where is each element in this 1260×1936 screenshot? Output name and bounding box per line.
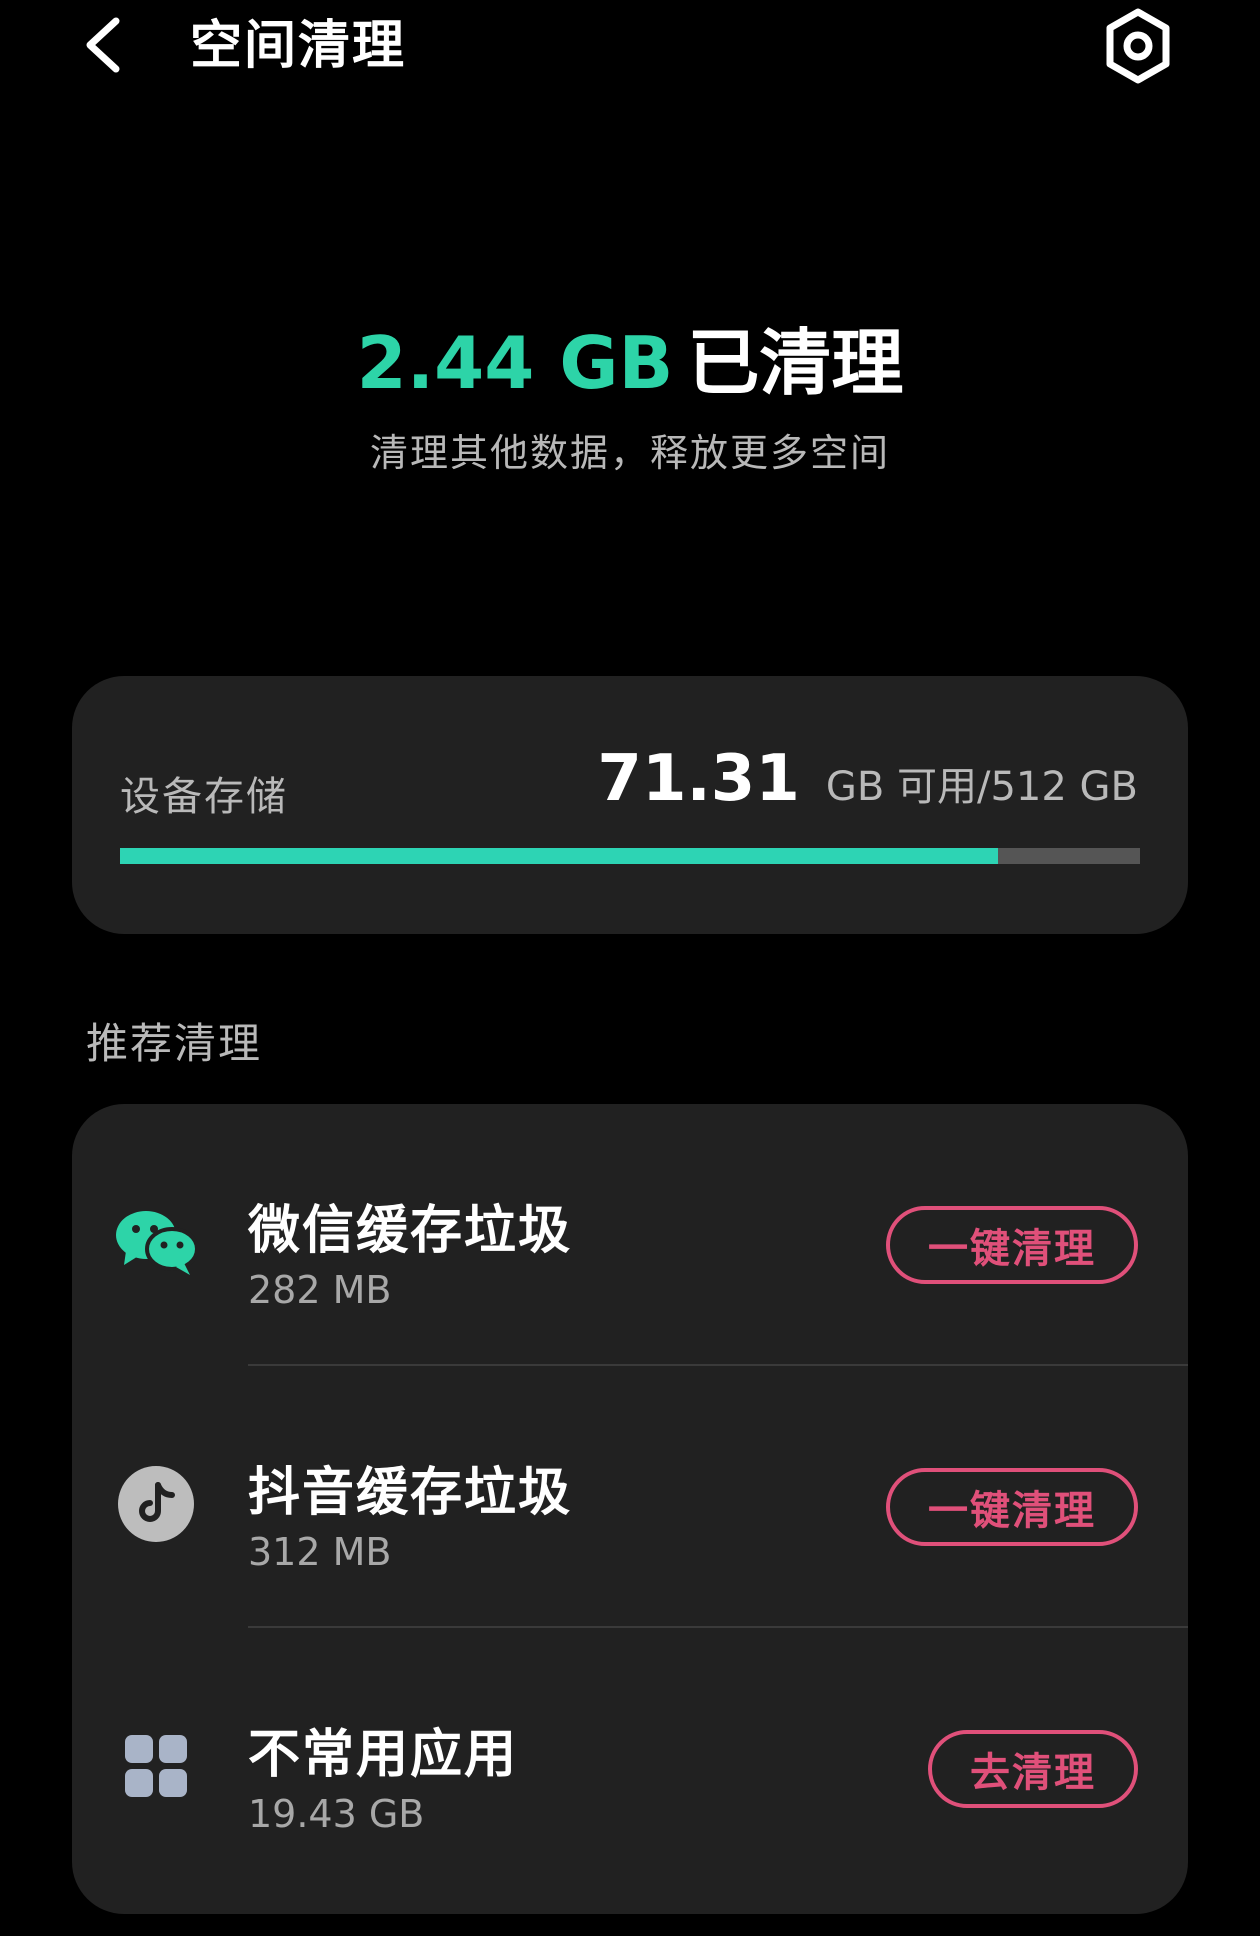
page-title: 空间清理 bbox=[190, 16, 407, 76]
tiktok-icon bbox=[114, 1462, 198, 1546]
wechat-icon bbox=[114, 1200, 198, 1284]
storage-capacity: 71.31 GB 可用/512 GB bbox=[597, 742, 1138, 816]
recommend-list: 微信缓存垃圾 282 MB 一键清理 抖音缓存垃圾 312 MB 一键清理 不常… bbox=[72, 1104, 1188, 1914]
back-button[interactable] bbox=[72, 10, 132, 80]
list-item-wechat-cache[interactable]: 微信缓存垃圾 282 MB 一键清理 bbox=[72, 1104, 1188, 1366]
cleaned-summary-line: 2.44 GB 已清理 bbox=[0, 318, 1260, 408]
storage-progress-fill bbox=[120, 848, 999, 864]
list-item-size: 19.43 GB bbox=[248, 1792, 425, 1836]
cleaned-suffix: 已清理 bbox=[687, 321, 904, 405]
recommend-section-title: 推荐清理 bbox=[86, 1019, 263, 1068]
storage-unit-text: GB 可用/512 GB bbox=[825, 764, 1138, 810]
storage-label: 设备存储 bbox=[120, 774, 288, 820]
cleanup-summary: 2.44 GB 已清理 清理其他数据，释放更多空间 bbox=[0, 318, 1260, 477]
chevron-left-icon bbox=[86, 17, 120, 73]
apps-grid-icon bbox=[114, 1724, 198, 1808]
list-item-unused-apps[interactable]: 不常用应用 19.43 GB 去清理 bbox=[72, 1628, 1188, 1890]
cleaned-amount: 2.44 GB bbox=[356, 321, 674, 405]
clean-now-button[interactable]: 一键清理 bbox=[886, 1468, 1138, 1546]
hexagon-gear-icon bbox=[1106, 8, 1170, 84]
storage-available: 71.31 bbox=[597, 742, 800, 816]
list-item-size: 282 MB bbox=[248, 1268, 392, 1312]
list-item-name: 不常用应用 bbox=[248, 1725, 519, 1785]
device-storage-card[interactable]: 设备存储 71.31 GB 可用/512 GB bbox=[72, 676, 1188, 934]
list-item-name: 抖音缓存垃圾 bbox=[248, 1463, 573, 1523]
list-item-douyin-cache[interactable]: 抖音缓存垃圾 312 MB 一键清理 bbox=[72, 1366, 1188, 1628]
list-item-name: 微信缓存垃圾 bbox=[248, 1201, 573, 1261]
storage-progress-bar bbox=[120, 848, 1140, 864]
list-item-size: 312 MB bbox=[248, 1530, 392, 1574]
settings-button[interactable] bbox=[1098, 4, 1178, 88]
summary-subtitle: 清理其他数据，释放更多空间 bbox=[369, 431, 890, 475]
clean-now-button[interactable]: 一键清理 bbox=[886, 1206, 1138, 1284]
top-bar: 空间清理 bbox=[0, 0, 1260, 100]
go-clean-button[interactable]: 去清理 bbox=[928, 1730, 1138, 1808]
